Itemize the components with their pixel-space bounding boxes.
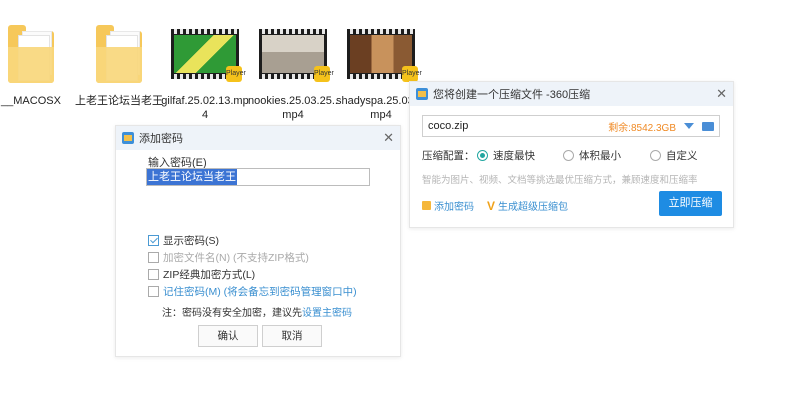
archive-name-field[interactable]: coco.zip 剩余:8542.3GB [422, 115, 720, 137]
file-name: gilfaf.25.02.13.mp4 [161, 95, 249, 121]
folder-item[interactable]: 上老王论坛当老王 [74, 20, 164, 108]
cancel-button[interactable]: 取消 [262, 325, 322, 347]
note-text: 注：密码没有安全加密，建议先 [162, 308, 302, 319]
option-label: 记住密码(M) (将会备忘到密码管理窗口中) [163, 286, 357, 298]
folder-item-macosx[interactable]: __MACOSX [0, 20, 76, 108]
dialog-title-bar[interactable]: 您将创建一个压缩文件 -360压缩 ✕ [410, 82, 733, 106]
radio-label: 速度最快 [493, 150, 535, 162]
video-file-item[interactable]: Player gilfaf.25.02.13.mp4 [160, 20, 250, 122]
confirm-button[interactable]: 确认 [198, 325, 258, 347]
super-package-link[interactable]: V 生成超级压缩包 [487, 198, 569, 214]
security-note: 注：密码没有安全加密，建议先设置主密码 [162, 304, 352, 319]
zip-classic-checkbox[interactable]: ZIP经典加密方式(L) [148, 267, 255, 282]
close-icon[interactable]: ✕ [716, 86, 727, 102]
video-thumbnail: Player [171, 29, 246, 82]
set-master-password-link[interactable]: 设置主密码 [302, 308, 352, 319]
radio-icon [650, 150, 661, 161]
checkbox-icon [148, 286, 159, 297]
compress-config-label: 压缩配置： [422, 150, 475, 162]
encrypt-filename-checkbox: 加密文件名(N) (不支持ZIP格式) [148, 250, 309, 265]
app-icon [416, 88, 428, 100]
player-badge-icon: Player [402, 66, 422, 82]
video-file-item[interactable]: Player nookies.25.03.25..mp4 [248, 20, 338, 122]
link-label: 添加密码 [434, 202, 474, 213]
v-badge-icon: V [487, 198, 496, 213]
show-password-checkbox[interactable]: 显示密码(S) [148, 233, 219, 248]
remember-password-checkbox[interactable]: 记住密码(M) (将会备忘到密码管理窗口中) [148, 284, 357, 299]
option-label: 加密文件名(N) (不支持ZIP格式) [163, 252, 309, 264]
file-name: __MACOSX [1, 95, 61, 107]
player-badge-icon: Player [314, 66, 334, 82]
app-icon [122, 132, 134, 144]
chevron-down-icon[interactable] [684, 123, 694, 129]
password-value: 上老王论坛当老王 [147, 169, 237, 185]
start-compress-button[interactable]: 立即压缩 [659, 191, 722, 216]
radio-smallest[interactable]: 体积最小 [563, 148, 621, 163]
folder-browse-icon[interactable] [702, 121, 714, 131]
option-label: ZIP经典加密方式(L) [163, 269, 256, 281]
lock-icon [422, 201, 431, 210]
archive-filename[interactable]: coco.zip [423, 120, 468, 132]
link-label: 生成超级压缩包 [498, 202, 569, 213]
close-icon[interactable]: ✕ [383, 130, 394, 146]
compress-hint: 智能为图片、视频、文档等挑选最优压缩方式，兼顾速度和压缩率 [422, 175, 698, 186]
folder-icon [8, 25, 54, 83]
radio-icon [563, 150, 574, 161]
checkbox-icon [148, 252, 159, 263]
radio-label: 体积最小 [579, 150, 621, 162]
player-badge-icon: Player [226, 66, 246, 82]
compress-dialog: 您将创建一个压缩文件 -360压缩 ✕ coco.zip 剩余:8542.3GB… [409, 81, 734, 228]
password-input[interactable]: 上老王论坛当老王 [146, 168, 370, 186]
radio-fastest[interactable]: 速度最快 [477, 148, 535, 163]
dialog-title-bar[interactable]: 添加密码 ✕ [116, 126, 400, 150]
video-thumbnail: Player [259, 29, 334, 82]
add-password-link[interactable]: 添加密码 [422, 198, 474, 213]
folder-icon [96, 25, 142, 83]
radio-custom[interactable]: 自定义 [650, 148, 698, 163]
add-password-dialog: 添加密码 ✕ 输入密码(E) 上老王论坛当老王 显示密码(S) 加密文件名(N)… [115, 125, 401, 357]
radio-label: 自定义 [666, 150, 698, 162]
checkbox-checked-icon [148, 235, 159, 246]
dialog-title: 您将创建一个压缩文件 -360压缩 [433, 89, 591, 101]
option-label: 显示密码(S) [163, 235, 219, 247]
dialog-title: 添加密码 [139, 133, 183, 145]
file-name: 上老王论坛当老王 [75, 95, 163, 107]
video-thumbnail: Player [347, 29, 422, 82]
remaining-space: 剩余:8542.3GB [608, 122, 676, 134]
radio-selected-icon [477, 150, 488, 161]
file-name: nookies.25.03.25..mp4 [248, 95, 338, 121]
checkbox-icon [148, 269, 159, 280]
